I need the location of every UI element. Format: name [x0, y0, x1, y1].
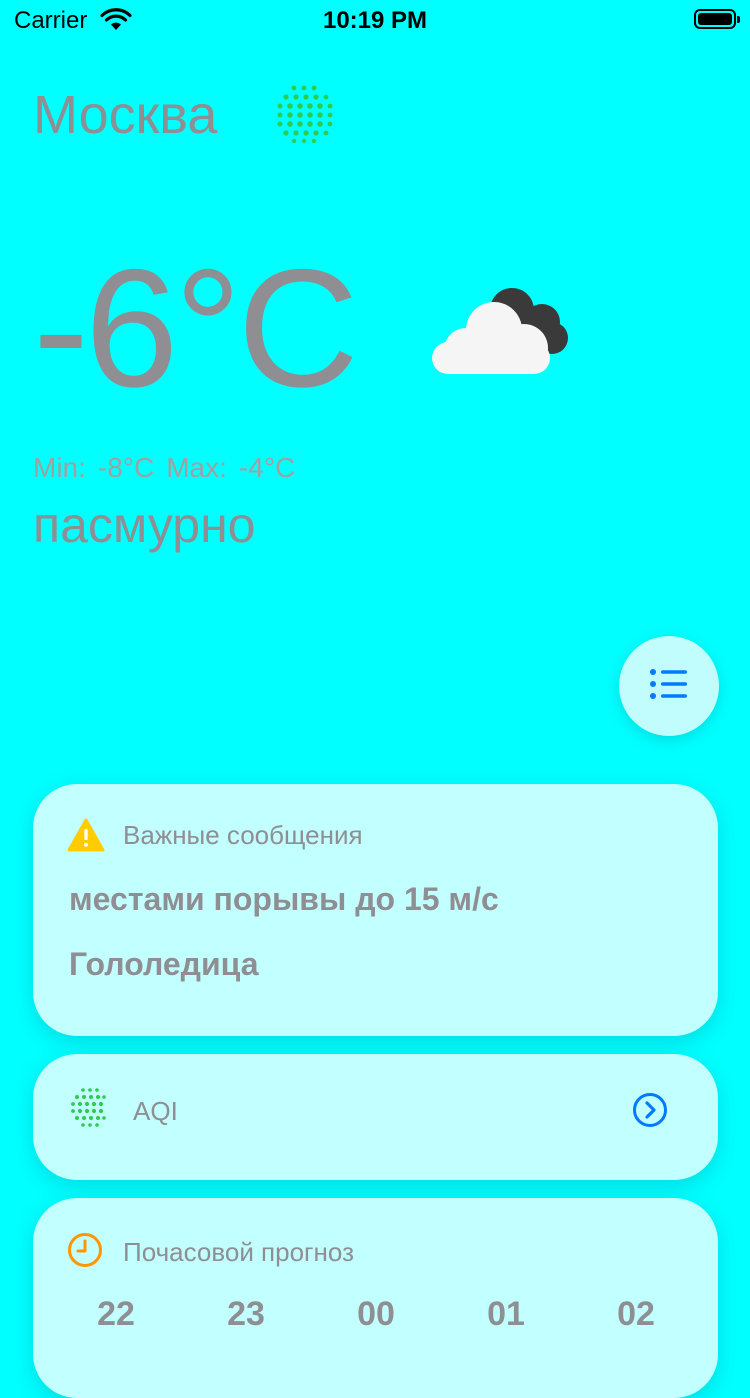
cloudy-night-icon [424, 280, 574, 385]
max-label: Max: [166, 452, 227, 483]
weather-condition: пасмурно [33, 497, 256, 553]
hourly-forecast-card: Почасовой прогноз 22 23 00 01 02 [33, 1198, 718, 1398]
aqi-dots-icon [69, 1087, 109, 1136]
alert-message: местами порывы до 15 м/с [69, 881, 499, 917]
hour-label: 01 [487, 1295, 525, 1333]
status-time: 10:19 PM [322, 7, 428, 34]
battery-icon [694, 9, 740, 29]
min-label: Min: [33, 452, 86, 483]
list-icon [649, 668, 689, 705]
aqi-label: AQI [133, 1096, 178, 1126]
hourly-title: Почасовой прогноз [123, 1237, 354, 1267]
min-value: -8°C [97, 452, 155, 483]
hour-label: 02 [617, 1295, 655, 1333]
hour-label: 23 [227, 1295, 265, 1333]
chevron-right-circle-icon[interactable] [632, 1092, 668, 1133]
max-value: -4°C [238, 452, 296, 483]
warning-icon [67, 818, 105, 857]
city-list-button[interactable] [619, 636, 719, 736]
hour-label: 00 [357, 1295, 395, 1333]
city-name[interactable]: Москва [33, 84, 217, 146]
aqi-dots-icon[interactable] [272, 84, 336, 149]
clock-icon [67, 1232, 103, 1273]
aqi-card[interactable]: AQI [33, 1054, 718, 1180]
hourly-list: 22 23 00 01 02 [66, 1295, 686, 1334]
alerts-title: Важные сообщения [123, 820, 363, 850]
hour-label: 22 [97, 1295, 135, 1333]
alert-message: Гололедица [69, 946, 259, 982]
min-max-temperature: Min: -8°C Max: -4°C [33, 452, 307, 484]
alerts-card: Важные сообщения местами порывы до 15 м/… [33, 784, 718, 1036]
status-bar: Carrier 10:19 PM [0, 0, 750, 40]
current-temperature: -6°C [33, 234, 359, 422]
